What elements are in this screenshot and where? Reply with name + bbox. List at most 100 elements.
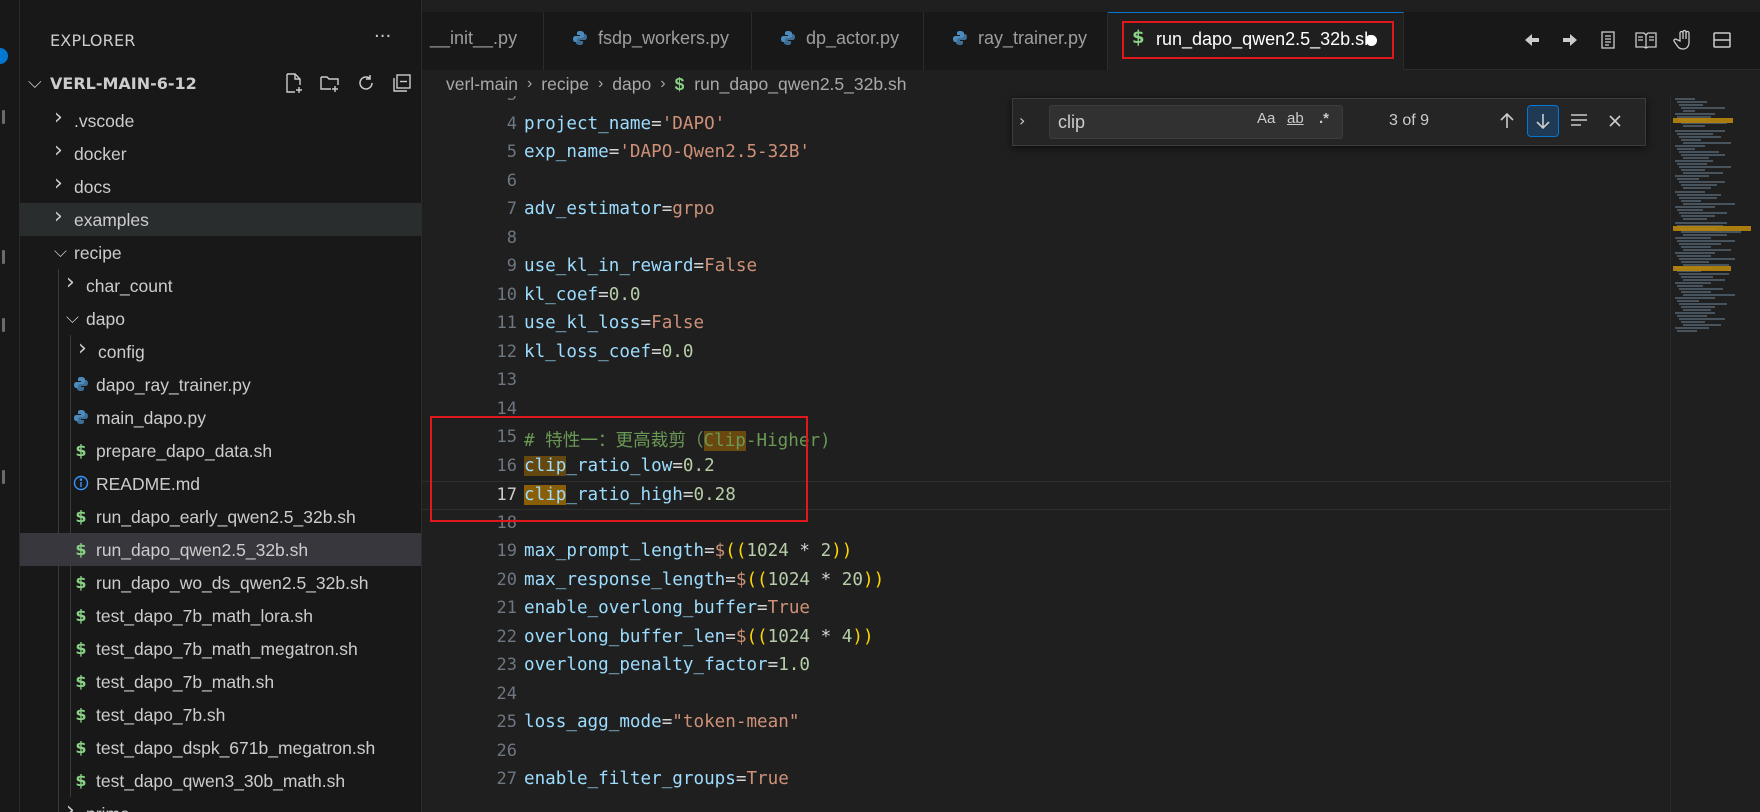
- arrow-left-icon[interactable]: [1516, 24, 1548, 56]
- code-line[interactable]: 7 adv_estimator=grpo: [422, 196, 1670, 225]
- tree-folder[interactable]: › docs: [20, 170, 421, 203]
- code-line[interactable]: 14: [422, 396, 1670, 425]
- workspace-root[interactable]: ⌵ VERL-MAIN-6-12: [20, 68, 421, 98]
- code-token: *: [810, 569, 842, 590]
- code-line[interactable]: 22 overlong_buffer_len=$((1024 * 4)): [422, 624, 1670, 653]
- code-line[interactable]: 19 max_prompt_length=$((1024 * 2)): [422, 538, 1670, 567]
- minimap[interactable]: [1670, 96, 1760, 812]
- regex-toggle[interactable]: .*: [1319, 110, 1329, 127]
- code-line[interactable]: 12 kl_loss_coef=0.0: [422, 339, 1670, 368]
- editor-tab[interactable]: __init__.py: [422, 12, 544, 70]
- indent-guide: [58, 566, 59, 599]
- minimap-line: [1681, 231, 1741, 233]
- tree-file[interactable]: $ prepare_dapo_data.sh: [20, 434, 421, 467]
- collapse-all-icon[interactable]: [388, 70, 416, 96]
- next-match-icon[interactable]: [1527, 105, 1559, 137]
- open-changes-icon[interactable]: [1592, 24, 1624, 56]
- unsaved-dot-icon[interactable]: [1366, 35, 1377, 46]
- close-icon[interactable]: [1599, 105, 1631, 137]
- code-token: # 特性一：更高裁剪（: [524, 431, 704, 451]
- tree-folder[interactable]: › char_count: [20, 269, 421, 302]
- tree-folder[interactable]: › config: [20, 335, 421, 368]
- editor-tab[interactable]: $ run_dapo_qwen2.5_32b.sh: [1108, 12, 1404, 70]
- activity-icon[interactable]: [2, 318, 5, 332]
- shell-file-icon: $: [674, 73, 685, 94]
- code-line[interactable]: 18: [422, 510, 1670, 539]
- code-line[interactable]: 25 loss_agg_mode="token-mean": [422, 709, 1670, 738]
- match-case-toggle[interactable]: Aa: [1257, 110, 1275, 127]
- code-line[interactable]: 9 use_kl_in_reward=False: [422, 253, 1670, 282]
- code-line[interactable]: 15 # 特性一：更高裁剪（Clip-Higher): [422, 424, 1670, 453]
- code-line[interactable]: 20 max_response_length=$((1024 * 20)): [422, 567, 1670, 596]
- activity-icon[interactable]: [2, 470, 5, 484]
- tree-file[interactable]: dapo_ray_trainer.py: [20, 368, 421, 401]
- minimap-line: [1679, 288, 1723, 290]
- arrow-right-icon[interactable]: [1554, 24, 1586, 56]
- line-number: 27: [496, 769, 517, 789]
- breadcrumb-item[interactable]: recipe: [541, 74, 589, 95]
- code-line[interactable]: 17 clip_ratio_high=0.28: [422, 481, 1670, 510]
- line-number: 24: [496, 683, 517, 704]
- tree-folder[interactable]: ⌵ recipe: [20, 236, 421, 269]
- code-line[interactable]: 26: [422, 738, 1670, 767]
- line-number: 10: [496, 284, 517, 305]
- hand-icon[interactable]: [1668, 24, 1700, 56]
- tree-file[interactable]: $ run_dapo_wo_ds_qwen2.5_32b.sh: [20, 566, 421, 599]
- code-line[interactable]: 21 enable_overlong_buffer=True: [422, 595, 1670, 624]
- code-line[interactable]: 6: [422, 168, 1670, 197]
- line-number: 7: [506, 199, 517, 219]
- editor-tab[interactable]: fsdp_workers.py: [544, 12, 752, 70]
- code-line[interactable]: 8: [422, 225, 1670, 254]
- tree-file[interactable]: README.md: [20, 467, 421, 500]
- code-editor[interactable]: 34project_name='DAPO'5exp_name='DAPO-Qwe…: [422, 96, 1670, 812]
- activity-icon[interactable]: [2, 110, 5, 124]
- code-line[interactable]: 24: [422, 681, 1670, 710]
- tree-file[interactable]: $ test_dapo_7b.sh: [20, 698, 421, 731]
- new-folder-icon[interactable]: [316, 70, 344, 96]
- code-line[interactable]: 10 kl_coef=0.0: [422, 282, 1670, 311]
- breadcrumb-item[interactable]: verl-main: [446, 74, 518, 95]
- code-text: max_prompt_length=$((1024 * 2)): [524, 541, 852, 561]
- indent-guide: [58, 368, 59, 401]
- tree-folder[interactable]: › .vscode: [20, 104, 421, 137]
- tree-file[interactable]: $ test_dapo_7b_math_megatron.sh: [20, 632, 421, 665]
- breadcrumb-item[interactable]: dapo: [612, 74, 651, 95]
- chevron-right-icon: ›: [526, 75, 533, 92]
- code-line[interactable]: 16 clip_ratio_low=0.2: [422, 453, 1670, 482]
- breadcrumb-item[interactable]: run_dapo_qwen2.5_32b.sh: [694, 74, 906, 95]
- code-token: =: [735, 769, 747, 789]
- activity-icon[interactable]: [2, 250, 5, 264]
- toggle-replace-icon[interactable]: ›: [1019, 111, 1025, 130]
- line-number: 5: [506, 142, 517, 162]
- tree-folder[interactable]: › examples: [20, 203, 421, 236]
- code-line[interactable]: 11 use_kl_loss=False: [422, 310, 1670, 339]
- code-line[interactable]: 13: [422, 367, 1670, 396]
- tree-file[interactable]: $ run_dapo_early_qwen2.5_32b.sh: [20, 500, 421, 533]
- code-token: 2: [820, 541, 832, 561]
- tree-file[interactable]: $ test_dapo_7b_math.sh: [20, 665, 421, 698]
- ellipsis-icon[interactable]: ···: [374, 26, 391, 47]
- tree-file[interactable]: $ test_dapo_qwen3_30b_math.sh: [20, 764, 421, 797]
- tree-folder[interactable]: ⌵ dapo: [20, 302, 421, 335]
- code-line[interactable]: 23 overlong_penalty_factor=1.0: [422, 652, 1670, 681]
- new-file-icon[interactable]: [280, 70, 308, 96]
- indent-guide: [70, 368, 71, 401]
- tree-folder[interactable]: › prime: [20, 797, 421, 812]
- tree-folder[interactable]: › docker: [20, 137, 421, 170]
- editor-tab[interactable]: dp_actor.py: [752, 12, 924, 70]
- accounts-badge-icon[interactable]: [0, 48, 8, 64]
- code-line[interactable]: 27 enable_filter_groups=True: [422, 766, 1670, 795]
- code-token: kl_coef: [524, 284, 599, 305]
- whole-word-toggle[interactable]: ab: [1287, 110, 1304, 127]
- tree-item-label: test_dapo_qwen3_30b_math.sh: [96, 771, 346, 791]
- editor-tab[interactable]: ray_trainer.py: [924, 12, 1108, 70]
- book-icon[interactable]: [1630, 24, 1662, 56]
- refresh-icon[interactable]: [352, 70, 380, 96]
- tree-file[interactable]: $ test_dapo_dspk_671b_megatron.sh: [20, 731, 421, 764]
- previous-match-icon[interactable]: [1491, 105, 1523, 137]
- find-in-selection-icon[interactable]: [1563, 105, 1595, 137]
- tree-file[interactable]: $ test_dapo_7b_math_lora.sh: [20, 599, 421, 632]
- tree-file[interactable]: main_dapo.py: [20, 401, 421, 434]
- split-editor-icon[interactable]: [1706, 24, 1738, 56]
- tree-file[interactable]: $ run_dapo_qwen2.5_32b.sh: [20, 533, 421, 566]
